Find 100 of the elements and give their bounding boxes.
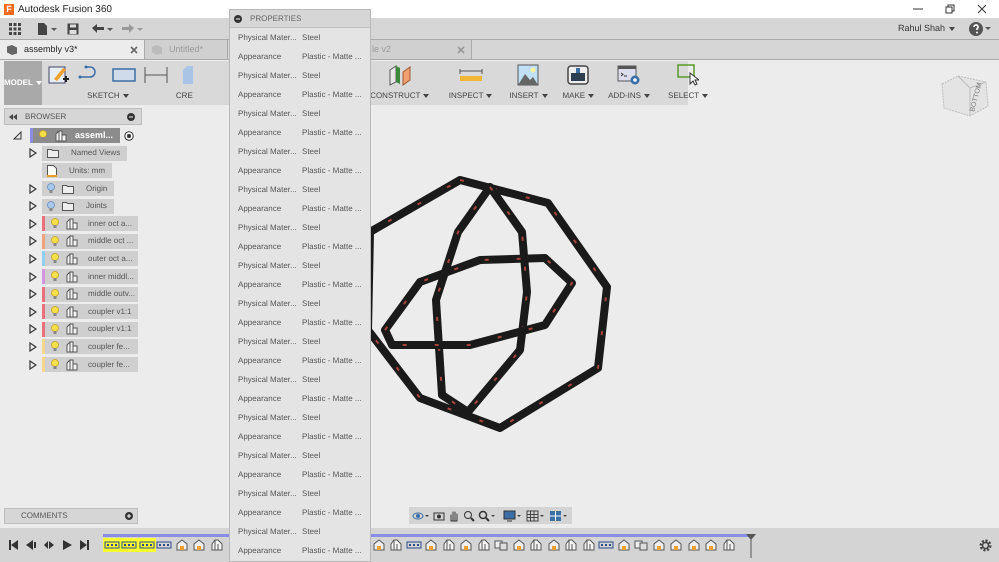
expand-arrow-icon[interactable]	[29, 236, 37, 246]
folder-icon	[62, 184, 74, 194]
component-icon	[208, 539, 225, 551]
tree-item[interactable]: coupler fe...	[42, 339, 138, 354]
property-value: Steel	[302, 32, 320, 44]
timeline-item[interactable]	[103, 538, 120, 552]
timeline-item[interactable]	[120, 538, 138, 552]
property-value: Plastic - Matte ...	[302, 544, 362, 556]
property-value: Plastic - Matte ...	[302, 88, 362, 100]
expand-arrow-icon[interactable]	[29, 289, 37, 300]
tree-item[interactable]: asseml...	[30, 128, 120, 144]
toolbar-menu[interactable]: SELECT	[668, 61, 708, 105]
close-tab-icon[interactable]	[130, 46, 138, 54]
light-bulb-icon[interactable]	[51, 271, 59, 282]
tree-item[interactable]: middle outv...	[42, 286, 138, 302]
help-icon[interactable]	[969, 22, 991, 36]
property-name: Physical Mater...	[238, 222, 298, 234]
collapse-icon[interactable]	[9, 114, 17, 120]
expand-arrow-icon[interactable]	[29, 306, 37, 317]
tree-item[interactable]: coupler v1:1	[42, 304, 138, 320]
tree-item[interactable]: Units: mm	[42, 163, 112, 178]
minimize-panel-icon[interactable]	[127, 112, 135, 120]
expand-arrow-icon[interactable]	[29, 184, 37, 194]
expand-arrow-icon[interactable]	[13, 131, 22, 140]
tree-item[interactable]: Joints	[42, 198, 114, 214]
tree-item[interactable]: coupler fe...	[42, 357, 138, 372]
light-bulb-icon[interactable]	[51, 324, 59, 335]
feature-icon	[423, 539, 440, 551]
property-value: Plastic - Matte ...	[302, 240, 362, 252]
pan-hand-icon[interactable]	[448, 510, 460, 522]
activate-radio-icon[interactable]	[124, 130, 134, 141]
display-settings-icon[interactable]	[503, 510, 523, 522]
dimension-icon	[144, 66, 168, 84]
light-bulb-icon[interactable]	[51, 341, 59, 352]
property-name: Physical Mater...	[238, 108, 298, 120]
cube-icon	[6, 44, 18, 56]
timeline-item[interactable]	[632, 538, 650, 552]
property-name: Physical Mater...	[238, 70, 298, 82]
tree-item[interactable]: coupler v1:1	[42, 322, 138, 337]
toolbar-menu[interactable]: MAKE	[562, 61, 594, 105]
component-icon	[66, 252, 78, 265]
user-menu[interactable]: Rahul Shah	[898, 22, 955, 36]
toolbar-menu[interactable]: INSPECT	[448, 61, 492, 105]
restore-icon[interactable]	[945, 4, 955, 14]
expand-arrow-icon[interactable]	[29, 218, 37, 229]
play-reverse-icon[interactable]	[44, 540, 54, 550]
tree-item[interactable]: inner oct a...	[42, 216, 138, 232]
property-value: Plastic - Matte ...	[302, 468, 362, 480]
zoom-icon[interactable]	[478, 510, 496, 522]
caret-icon	[588, 94, 594, 98]
timeline-item[interactable]	[138, 538, 156, 552]
property-name: Physical Mater...	[238, 526, 298, 538]
tree-item[interactable]: Named Views	[42, 146, 128, 161]
file-menu-icon[interactable]	[37, 22, 57, 34]
save-icon[interactable]	[67, 22, 79, 34]
skip-to-end-icon[interactable]	[80, 540, 90, 550]
zoom-window-icon[interactable]	[463, 510, 475, 522]
property-name: Physical Mater...	[238, 146, 298, 158]
undo-icon[interactable]	[91, 22, 113, 34]
expand-arrow-icon[interactable]	[29, 272, 37, 282]
light-bulb-icon[interactable]	[51, 359, 59, 370]
light-bulb-icon[interactable]	[51, 218, 59, 230]
play-icon[interactable]	[62, 540, 72, 550]
grid-icon[interactable]	[526, 510, 546, 522]
property-name: Appearance	[238, 430, 282, 442]
toolbar-menu[interactable]: SKETCH	[48, 61, 168, 105]
timeline-marker-icon[interactable]	[746, 534, 756, 558]
add-comment-icon[interactable]	[125, 512, 133, 520]
look-at-icon[interactable]	[433, 510, 445, 522]
light-bulb-icon[interactable]	[51, 288, 59, 300]
close-icon[interactable]	[977, 4, 987, 14]
tree-item[interactable]: outer oct a...	[42, 251, 138, 266]
expand-arrow-icon[interactable]	[29, 360, 37, 370]
toolbar-menu[interactable]: ADD-INS	[608, 61, 650, 105]
step-back-icon[interactable]	[26, 540, 36, 550]
create-menu[interactable]: CRE	[176, 61, 193, 105]
expand-arrow-icon[interactable]	[29, 254, 37, 264]
skip-to-start-icon[interactable]	[8, 540, 18, 550]
apps-grid-icon[interactable]	[9, 22, 21, 34]
document-tab[interactable]: assembly v3*	[0, 40, 145, 59]
tree-item[interactable]: middle oct ...	[42, 234, 138, 249]
expand-arrow-icon[interactable]	[29, 342, 37, 352]
joint-icon	[121, 539, 138, 551]
expand-arrow-icon[interactable]	[29, 324, 37, 334]
light-bulb-icon[interactable]	[51, 253, 59, 264]
settings-icon[interactable]	[979, 538, 992, 552]
timeline-item[interactable]	[492, 538, 510, 552]
property-name: Appearance	[238, 126, 282, 138]
caret-icon	[542, 94, 548, 98]
tree-item[interactable]: Origin	[42, 181, 114, 196]
viewports-icon[interactable]	[549, 510, 569, 522]
light-bulb-icon[interactable]	[51, 236, 59, 247]
toolbar-menu[interactable]: INSERT	[510, 61, 546, 105]
tree-item[interactable]: inner middl...	[42, 269, 138, 284]
expand-arrow-icon[interactable]	[29, 201, 37, 212]
minimize-panel-icon[interactable]	[234, 14, 242, 22]
light-bulb-icon[interactable]	[51, 306, 59, 318]
toolbar-menu[interactable]: CONSTRUCT	[370, 61, 429, 105]
expand-arrow-icon[interactable]	[29, 148, 37, 158]
property-value: Steel	[302, 260, 320, 272]
